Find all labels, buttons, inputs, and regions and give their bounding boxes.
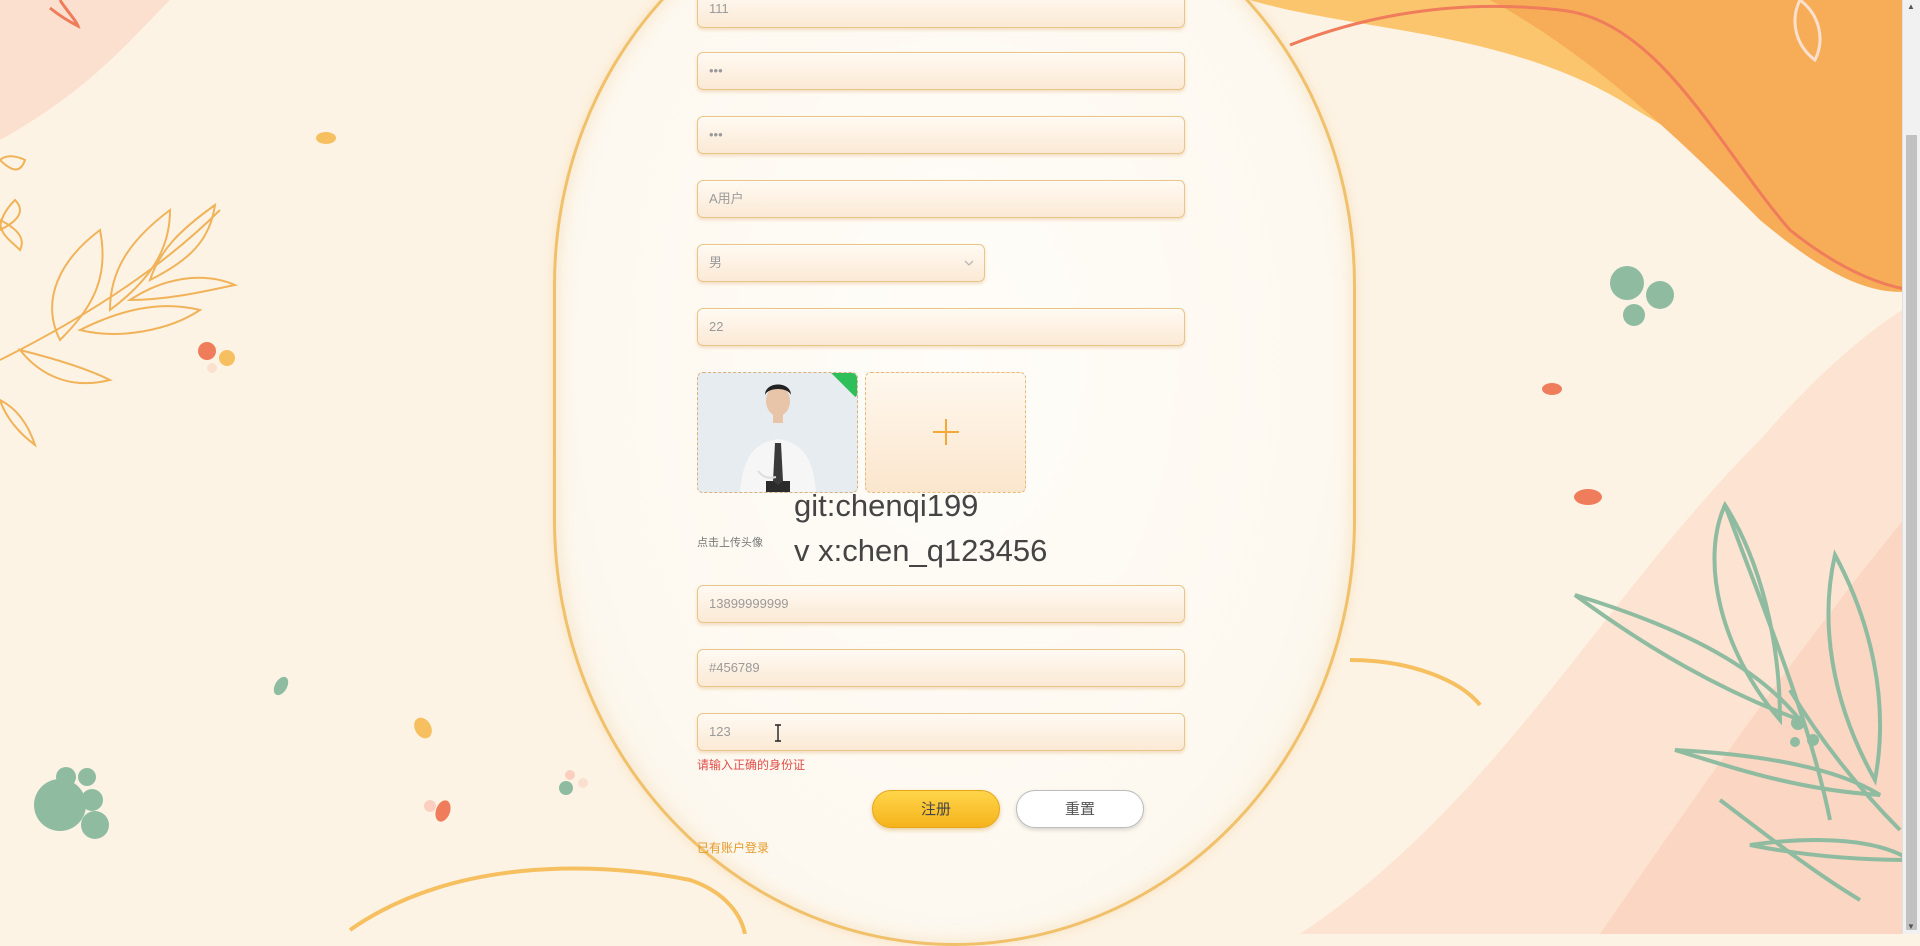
reset-button[interactable]: 重置: [1016, 790, 1144, 828]
nickname-field[interactable]: [697, 180, 1185, 218]
scroll-up-icon[interactable]: ▲: [1907, 2, 1915, 11]
chevron-down-icon: [964, 245, 974, 295]
watermark-line-2: v x:chen_q123456: [794, 533, 1048, 568]
plus-icon: [931, 411, 961, 455]
confirm-password-field[interactable]: •••: [697, 116, 1185, 154]
text-cursor-icon: [773, 724, 783, 746]
age-input[interactable]: [709, 319, 1173, 334]
avatar-upload-button[interactable]: [865, 372, 1026, 493]
id-card-error: 请输入正确的身份证: [697, 758, 806, 772]
gender-selected-value: 男: [709, 255, 723, 270]
username-field[interactable]: [697, 0, 1185, 28]
page-scrollbar[interactable]: ▲ ▼: [1902, 0, 1920, 934]
gender-select[interactable]: 男: [697, 244, 985, 282]
avatar-image: [698, 373, 857, 492]
username-input[interactable]: [709, 1, 1173, 16]
watermark-line-1: git:chenqi199: [794, 488, 979, 523]
scroll-down-icon[interactable]: ▼: [1907, 922, 1915, 931]
phone-input[interactable]: [709, 596, 1173, 611]
id-card-field[interactable]: [697, 713, 1185, 751]
avatar-preview[interactable]: [697, 372, 858, 493]
code-input[interactable]: [709, 660, 1173, 675]
register-button[interactable]: 注册: [872, 790, 1000, 828]
phone-field[interactable]: [697, 585, 1185, 623]
code-field[interactable]: [697, 649, 1185, 687]
confirm-password-value: •••: [709, 127, 723, 142]
scrollbar-thumb[interactable]: [1906, 135, 1917, 930]
password-field[interactable]: •••: [697, 52, 1185, 90]
avatar-upload-hint: 点击上传头像: [697, 537, 763, 549]
login-link[interactable]: 已有账户登录: [697, 839, 769, 856]
age-field[interactable]: [697, 308, 1185, 346]
nickname-input[interactable]: [709, 190, 1173, 205]
password-value: •••: [709, 63, 723, 78]
